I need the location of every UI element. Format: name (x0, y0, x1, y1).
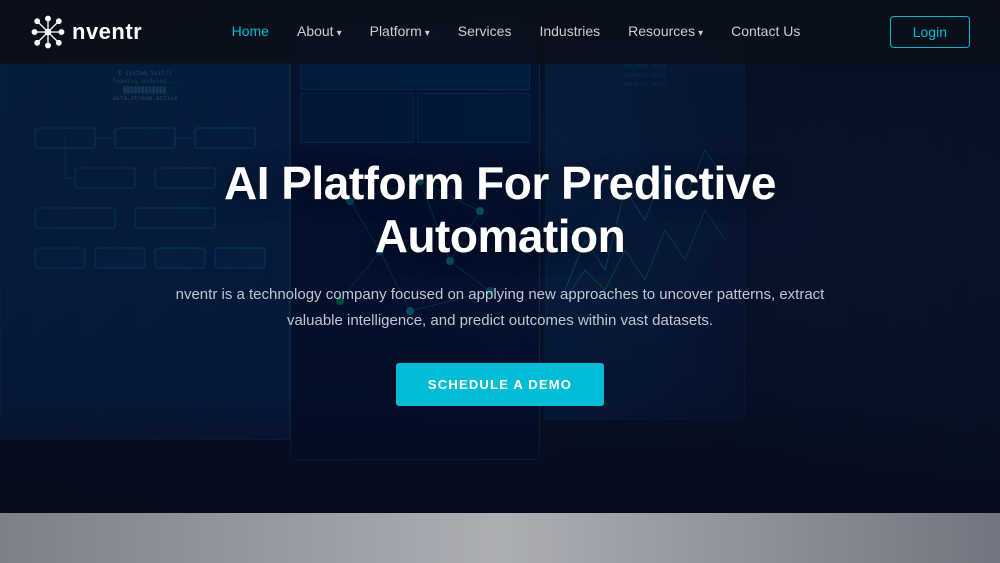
hero-content: AI Platform For Predictive Automation nv… (125, 157, 875, 407)
nav-item-services[interactable]: Services (458, 23, 512, 41)
nav-link-home[interactable]: Home (232, 23, 269, 39)
nav-link-platform[interactable]: Platform▾ (370, 23, 430, 39)
nav-link-industries[interactable]: Industries (539, 23, 600, 39)
dropdown-arrow-about: ▾ (337, 28, 342, 39)
nav-item-contact[interactable]: Contact Us (731, 23, 800, 41)
hero-title: AI Platform For Predictive Automation (145, 157, 855, 263)
nav-item-industries[interactable]: Industries (539, 23, 600, 41)
logo[interactable]: nventr (30, 14, 142, 50)
dropdown-arrow-platform: ▾ (425, 28, 430, 39)
nav-item-platform[interactable]: Platform▾ (370, 23, 430, 41)
logo-icon (30, 14, 66, 50)
nav-item-home[interactable]: Home (232, 23, 269, 41)
nav-link-services[interactable]: Services (458, 23, 512, 39)
brand-name: nventr (72, 19, 142, 45)
navbar: nventr Home About▾ Platform▾ Services In… (0, 0, 1000, 64)
nav-item-resources[interactable]: Resources▾ (628, 23, 703, 41)
nav-item-about[interactable]: About▾ (297, 23, 342, 41)
nav-menu: Home About▾ Platform▾ Services Industrie… (232, 23, 801, 41)
hero-subtitle: nventr is a technology company focused o… (160, 282, 840, 333)
hero-section: $ system.init() loading modules... ▊▊▊▊▊… (0, 0, 1000, 563)
dropdown-arrow-resources: ▾ (698, 28, 703, 39)
nav-link-contact[interactable]: Contact Us (731, 23, 800, 39)
schedule-demo-button[interactable]: SCHEDULE A DEMO (396, 363, 604, 406)
login-button[interactable]: Login (890, 16, 970, 48)
nav-link-resources[interactable]: Resources▾ (628, 23, 703, 39)
nav-link-about[interactable]: About▾ (297, 23, 342, 39)
